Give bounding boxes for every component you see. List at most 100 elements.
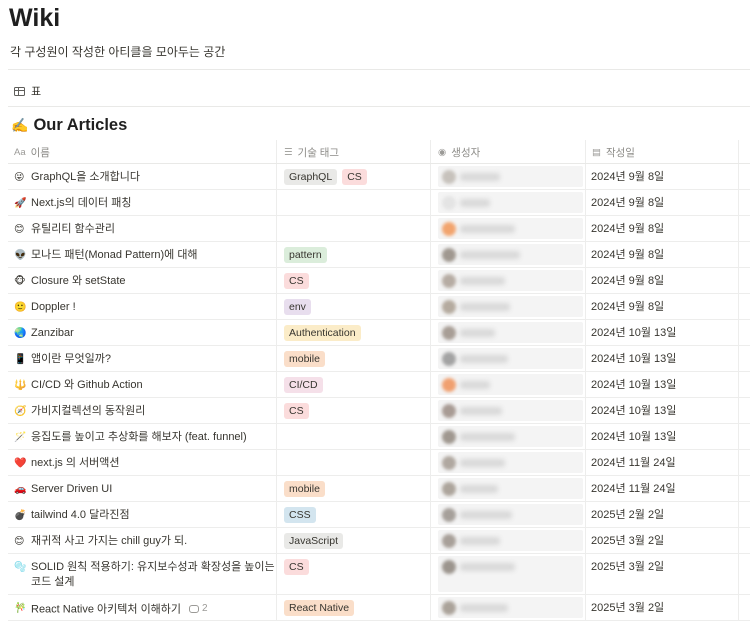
row-creator-cell[interactable] (438, 348, 583, 369)
row-tags-cell[interactable]: CS (284, 268, 436, 293)
row-title-cell[interactable]: 🫧 SOLID 원칙 적용하기: 유지보수성과 확장성을 높이는 코드 설계 (14, 554, 276, 594)
table-row[interactable]: ❤️ next.js 의 서버액션 2024년 11월 24일 (8, 450, 750, 476)
comment-indicator[interactable]: 2 (189, 601, 208, 616)
table-row[interactable]: 💣 tailwind 4.0 달라진점 CSS 2025년 2월 2일 (8, 502, 750, 528)
row-tags-cell[interactable]: React Native (284, 595, 436, 620)
column-divider (276, 346, 277, 371)
row-tags-cell[interactable]: mobile (284, 476, 436, 501)
text-property-icon: Aa (14, 146, 26, 158)
row-tags-cell[interactable]: GraphQL CS (284, 164, 436, 189)
table-row[interactable]: 😊 재귀적 사고 가지는 chill guy가 되. JavaScript 2025년… (8, 528, 750, 554)
row-tags-cell[interactable]: CI/CD (284, 372, 436, 397)
row-date-cell[interactable]: 2025년 2월 2일 (591, 502, 741, 527)
table-row[interactable]: 🔱 CI/CD 와 Github Action CI/CD 2024년 10월 13일 (8, 372, 750, 398)
row-date-cell[interactable]: 2024년 11월 24일 (591, 476, 741, 501)
row-title-cell[interactable]: 👽 모나드 패턴(Monad Pattern)에 대해 (14, 242, 276, 267)
row-creator-cell[interactable] (438, 322, 583, 343)
row-date-cell[interactable]: 2024년 10월 13일 (591, 424, 741, 449)
row-date-cell[interactable]: 2024년 10월 13일 (591, 346, 741, 371)
row-title-cell[interactable]: ❤️ next.js 의 서버액션 (14, 450, 276, 475)
row-title-cell[interactable]: 🔱 CI/CD 와 Github Action (14, 372, 276, 397)
table-row[interactable]: 🎋 React Native 아키텍처 이해하기 2 React Native 2025… (8, 595, 750, 621)
table-row[interactable]: 🧭 가비지컬렉션의 동작원리 CS 2024년 10월 13일 (8, 398, 750, 424)
page-description: 각 구성원이 작성한 아티클을 모아두는 공간 (10, 45, 226, 59)
redacted-creator-name (460, 433, 515, 441)
row-title-cell[interactable]: 😜 GraphQL을 소개합니다 (14, 164, 276, 189)
row-tags-cell[interactable]: CS (284, 398, 436, 423)
row-date-cell[interactable]: 2024년 11월 24일 (591, 450, 741, 475)
row-creator-cell[interactable] (438, 374, 583, 395)
row-title-cell[interactable]: 🪄 응집도를 높이고 추상화를 해보자 (feat. funnel) (14, 424, 276, 449)
row-creator-cell[interactable] (438, 400, 583, 421)
tag-chip: GraphQL (284, 169, 338, 185)
row-title-cell[interactable]: 😊 재귀적 사고 가지는 chill guy가 되. (14, 528, 276, 553)
row-date-cell[interactable]: 2024년 9월 8일 (591, 190, 741, 215)
database-title[interactable]: ✍️ Our Articles (11, 116, 127, 135)
row-tags-cell[interactable]: CS (284, 554, 436, 594)
table-row[interactable]: 🚗 Server Driven UI mobile 2024년 11월 24일 (8, 476, 750, 502)
row-title: CI/CD 와 Github Action (31, 379, 143, 391)
table-row[interactable]: 😜 GraphQL을 소개합니다 GraphQL CS 2024년 9월 8일 (8, 164, 750, 190)
row-date-cell[interactable]: 2024년 9월 8일 (591, 216, 741, 241)
column-header-creator[interactable]: ◉ 생성자 (438, 140, 480, 164)
row-date-cell[interactable]: 2025년 3월 2일 (591, 528, 741, 553)
row-tags-cell[interactable]: Authentication (284, 320, 436, 345)
row-date-cell[interactable]: 2024년 9월 8일 (591, 294, 741, 319)
table-row[interactable]: 🙂 Doppler ! env 2024년 9월 8일 (8, 294, 750, 320)
row-tags-cell[interactable] (284, 190, 436, 215)
row-title-cell[interactable]: 🧭 가비지컬렉션의 동작원리 (14, 398, 276, 423)
row-creator-cell[interactable] (438, 530, 583, 551)
row-title-cell[interactable]: 🐵 Closure 와 setState (14, 268, 276, 293)
row-creator-cell[interactable] (438, 218, 583, 239)
table-row[interactable]: 🌏 Zanzibar Authentication 2024년 10월 13일 (8, 320, 750, 346)
row-date-cell[interactable]: 2024년 10월 13일 (591, 372, 741, 397)
row-creator-cell[interactable] (438, 270, 583, 291)
row-date-cell[interactable]: 2025년 3월 2일 (591, 595, 741, 620)
row-title-cell[interactable]: 💣 tailwind 4.0 달라진점 (14, 502, 276, 527)
row-creator-cell[interactable] (438, 478, 583, 499)
row-tags-cell[interactable]: env (284, 294, 436, 319)
row-title-cell[interactable]: 🌏 Zanzibar (14, 320, 276, 345)
row-date-cell[interactable]: 2024년 9월 8일 (591, 164, 741, 189)
row-tags-cell[interactable]: CSS (284, 502, 436, 527)
table-row[interactable]: 🪄 응집도를 높이고 추상화를 해보자 (feat. funnel) 2024년 1… (8, 424, 750, 450)
row-tags-cell[interactable] (284, 424, 436, 449)
row-tags-cell[interactable]: pattern (284, 242, 436, 267)
row-creator-cell[interactable] (438, 504, 583, 525)
row-date-cell[interactable]: 2024년 10월 13일 (591, 398, 741, 423)
row-date-cell[interactable]: 2024년 10월 13일 (591, 320, 741, 345)
table-row[interactable]: 🐵 Closure 와 setState CS 2024년 9월 8일 (8, 268, 750, 294)
row-date-cell[interactable]: 2024년 9월 8일 (591, 242, 741, 267)
row-creator-cell[interactable] (438, 166, 583, 187)
row-creator-cell[interactable] (438, 426, 583, 447)
row-title-cell[interactable]: 📱 앱이란 무엇일까? (14, 346, 276, 371)
column-header-tags[interactable]: ☰ 기술 태그 (284, 140, 339, 164)
row-title-cell[interactable]: 🚀 Next.js의 데이터 패칭 (14, 190, 276, 215)
row-creator-cell[interactable] (438, 244, 583, 265)
row-creator-cell[interactable] (438, 556, 583, 592)
view-tab-table[interactable]: 표 (14, 84, 41, 98)
column-divider (585, 398, 586, 423)
row-creator-cell[interactable] (438, 296, 583, 317)
row-title-cell[interactable]: 🎋 React Native 아키텍처 이해하기 2 (14, 595, 276, 620)
row-date-cell[interactable]: 2024년 9월 8일 (591, 268, 741, 293)
row-tags-cell[interactable] (284, 216, 436, 241)
row-tags-cell[interactable]: mobile (284, 346, 436, 371)
row-date-cell[interactable]: 2025년 3월 2일 (591, 554, 741, 594)
table-row[interactable]: 🫧 SOLID 원칙 적용하기: 유지보수성과 확장성을 높이는 코드 설계 CS 2… (8, 554, 750, 595)
table-row[interactable]: 😊 유틸리티 함수관리 2024년 9월 8일 (8, 216, 750, 242)
column-header-date[interactable]: ▤ 작성일 (592, 140, 635, 164)
row-title-cell[interactable]: 🙂 Doppler ! (14, 294, 276, 319)
row-title-cell[interactable]: 😊 유틸리티 함수관리 (14, 216, 276, 241)
row-creator-cell[interactable] (438, 452, 583, 473)
row-creator-cell[interactable] (438, 192, 583, 213)
column-header-name[interactable]: Aa 이름 (14, 140, 50, 164)
table-row[interactable]: 📱 앱이란 무엇일까? mobile 2024년 10월 13일 (8, 346, 750, 372)
row-title-cell[interactable]: 🚗 Server Driven UI (14, 476, 276, 501)
column-divider (585, 476, 586, 501)
table-row[interactable]: 🚀 Next.js의 데이터 패칭 2024년 9월 8일 (8, 190, 750, 216)
row-tags-cell[interactable]: JavaScript (284, 528, 436, 553)
row-creator-cell[interactable] (438, 597, 583, 618)
table-row[interactable]: 👽 모나드 패턴(Monad Pattern)에 대해 pattern 2024년 9… (8, 242, 750, 268)
row-tags-cell[interactable] (284, 450, 436, 475)
